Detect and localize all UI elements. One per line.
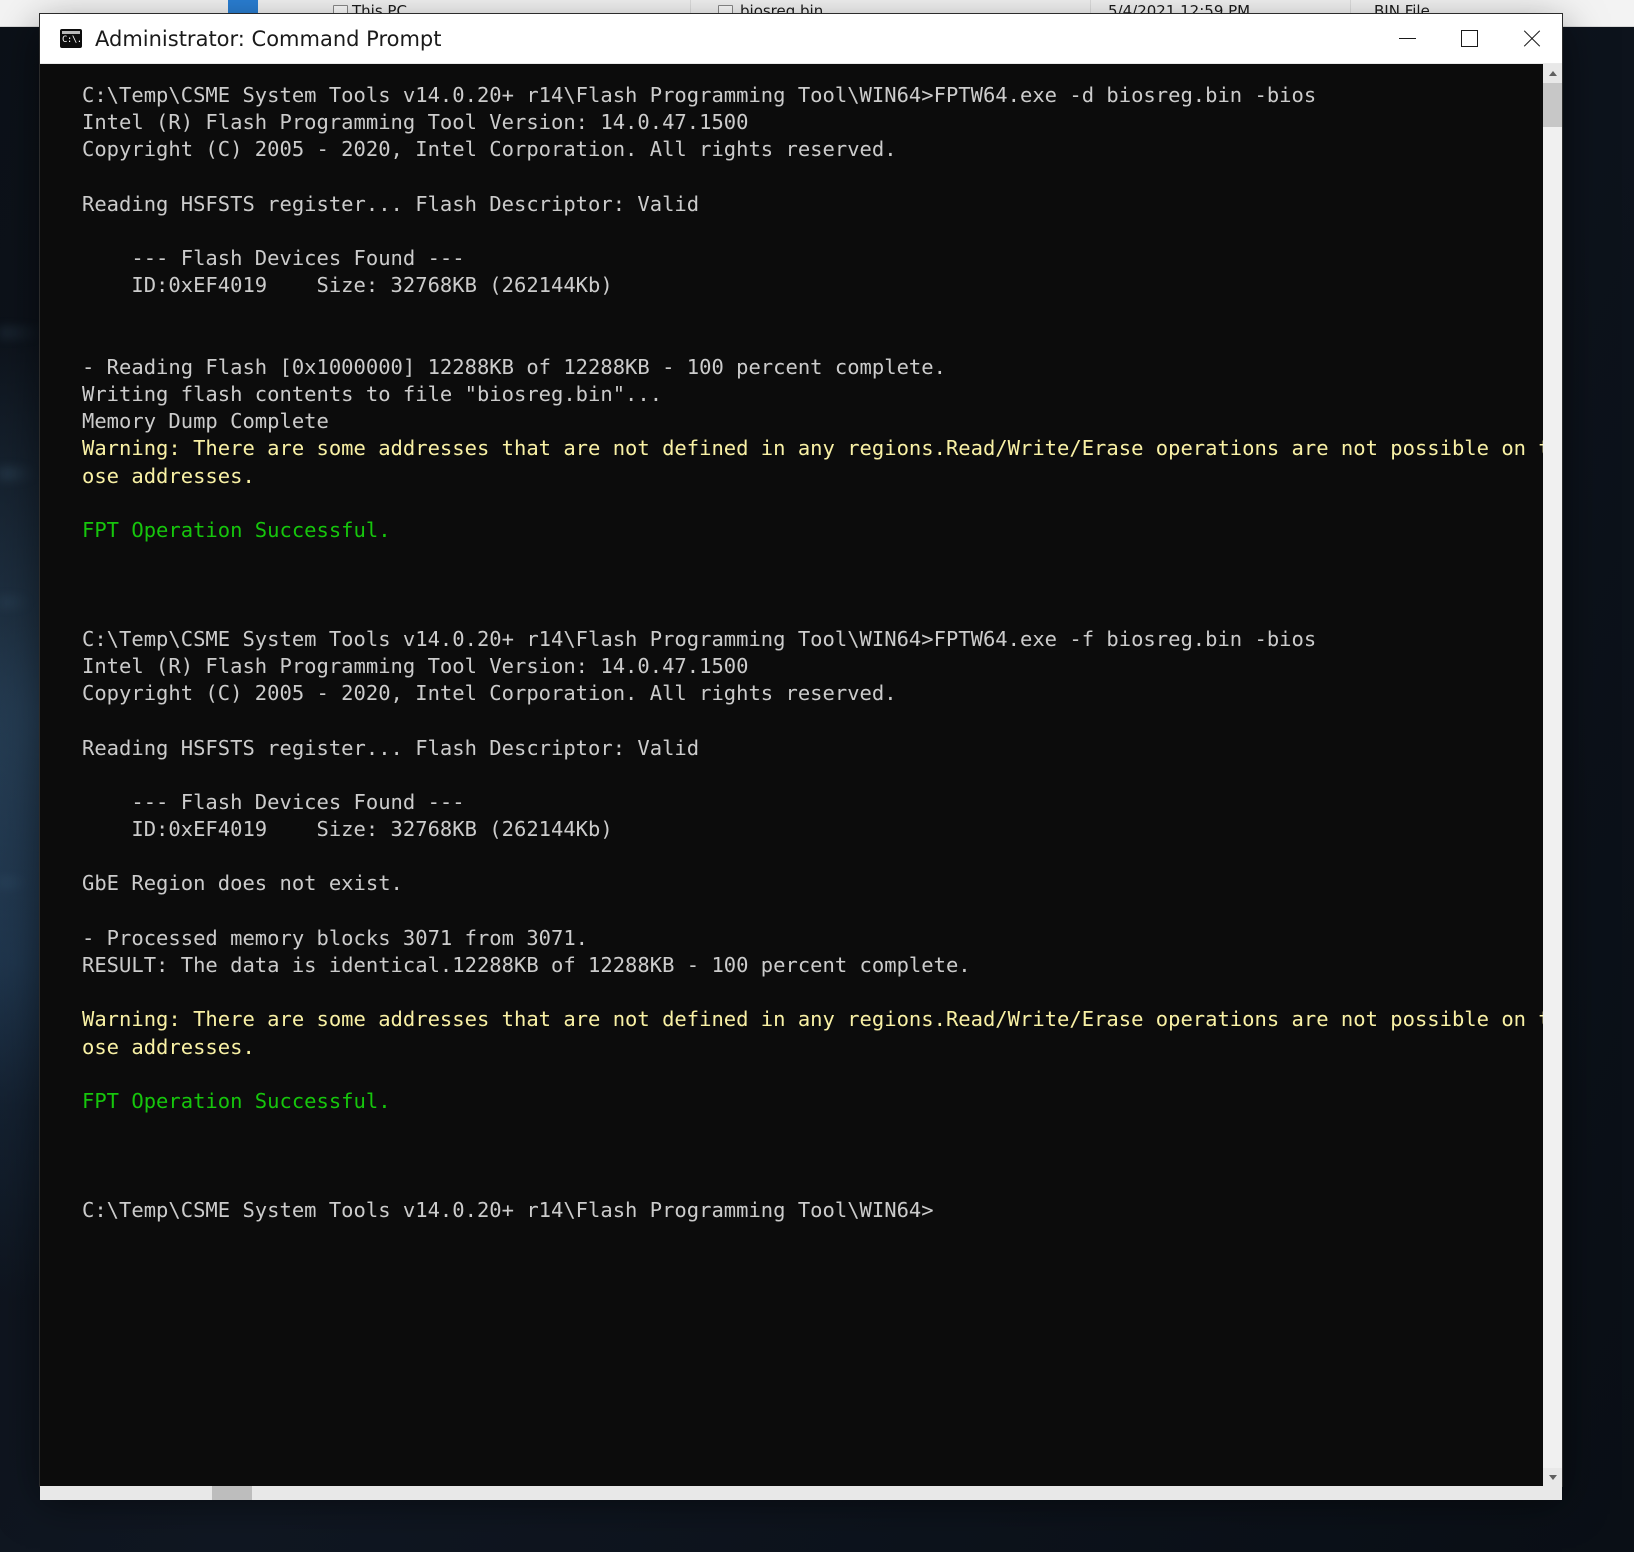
vertical-scrollbar[interactable] — [1543, 64, 1562, 1487]
window-title-bar[interactable]: C:\. Administrator: Command Prompt — [40, 14, 1562, 64]
console-line: - Reading Flash [0x1000000] 12288KB of 1… — [82, 354, 946, 379]
scrollbar-track[interactable] — [1543, 127, 1562, 1468]
console-line: ID:0xEF4019 Size: 32768KB (262144Kb) — [82, 817, 613, 842]
console-line: RESULT: The data is identical.12288KB of… — [82, 953, 971, 977]
console-line: C:\Temp\CSME System Tools v14.0.20+ r14\… — [82, 83, 1317, 107]
console-line: --- Flash Devices Found --- — [82, 789, 465, 814]
console-line: C:\Temp\CSME System Tools v14.0.20+ r14\… — [82, 626, 1317, 651]
console-line: FPT Operation Successful. — [82, 518, 391, 542]
chevron-down-icon — [1548, 1475, 1557, 1480]
window-controls[interactable] — [1376, 14, 1562, 63]
console-line: FPT Operation Successful. — [82, 1088, 391, 1113]
horizontal-scrollbar[interactable] — [40, 1486, 1562, 1500]
window-title: Administrator: Command Prompt — [95, 26, 442, 51]
wallpaper-streak — [0, 600, 30, 604]
minimize-icon — [1398, 38, 1416, 39]
console-line: - Processed memory blocks 3071 from 3071… — [82, 925, 589, 950]
scroll-up-button[interactable] — [1543, 64, 1562, 83]
console-line: Reading HSFSTS register... Flash Descrip… — [82, 191, 700, 216]
wallpaper-streak — [0, 330, 42, 335]
console-line: C:\Temp\CSME System Tools v14.0.20+ r14\… — [82, 1197, 934, 1222]
scrollbar-thumb[interactable] — [1543, 83, 1562, 127]
console-line: Memory Dump Complete — [82, 409, 329, 434]
console-line: ID:0xEF4019 Size: 32768KB (262144Kb) — [82, 273, 613, 298]
wallpaper-streak — [0, 470, 34, 477]
command-prompt-icon-glyph: C:\. — [62, 35, 82, 45]
close-button[interactable] — [1500, 14, 1562, 63]
console-line: ose addresses. — [82, 463, 255, 488]
chevron-up-icon — [1548, 71, 1557, 76]
maximize-button[interactable] — [1438, 14, 1500, 63]
wallpaper-streak — [0, 880, 28, 885]
console-line: ose addresses. — [82, 1034, 255, 1059]
console-line: Intel (R) Flash Programming Tool Version… — [82, 110, 749, 135]
command-prompt-window[interactable]: C:\. Administrator: Command Prompt C:\Te… — [40, 14, 1562, 1487]
maximize-icon — [1460, 30, 1478, 47]
command-prompt-icon: C:\. — [60, 29, 82, 48]
console-line: Warning: There are some addresses that a… — [82, 1007, 1562, 1032]
console-line: --- Flash Devices Found --- — [82, 246, 465, 271]
console-line: Reading HSFSTS register... Flash Descrip… — [82, 735, 700, 760]
close-icon — [1522, 29, 1541, 48]
minimize-button[interactable] — [1376, 14, 1438, 63]
console-output-area[interactable]: C:\Temp\CSME System Tools v14.0.20+ r14\… — [40, 64, 1562, 1487]
horizontal-scrollbar-thumb[interactable] — [212, 1486, 252, 1500]
console-line: Copyright (C) 2005 - 2020, Intel Corpora… — [82, 137, 897, 162]
console-line: Warning: There are some addresses that a… — [82, 436, 1562, 461]
console-line: GbE Region does not exist. — [82, 871, 403, 896]
console-line: Copyright (C) 2005 - 2020, Intel Corpora… — [82, 681, 897, 706]
console-line: Writing flash contents to file "biosreg.… — [82, 382, 663, 407]
console-line: Intel (R) Flash Programming Tool Version… — [82, 653, 749, 678]
scroll-down-button[interactable] — [1543, 1468, 1562, 1487]
console-text: C:\Temp\CSME System Tools v14.0.20+ r14\… — [82, 82, 1562, 1224]
